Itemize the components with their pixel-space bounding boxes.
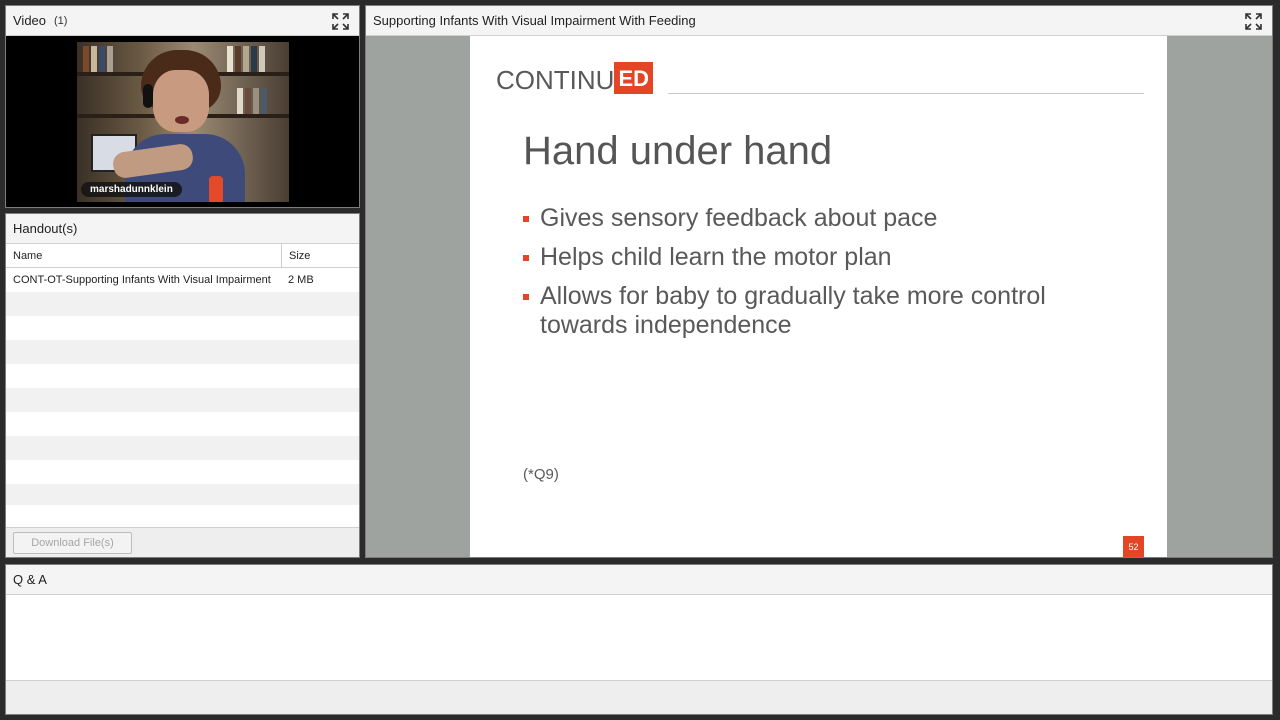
presenter-video: [77, 42, 289, 202]
bullet-square-icon: [523, 294, 529, 300]
empty-row: [6, 460, 359, 484]
handouts-list: CONT-OT-Supporting Infants With Visual I…: [6, 268, 359, 505]
bullet-square-icon: [523, 216, 529, 222]
logo-text-continu: CONTINU: [496, 65, 615, 95]
empty-row: [6, 340, 359, 364]
video-pod: Video (1) marshadunnklein: [5, 5, 360, 208]
handout-file-name: CONT-OT-Supporting Infants With Visual I…: [13, 274, 271, 286]
bullet-text: Helps child learn the motor plan: [540, 243, 892, 271]
bullet-square-icon: [523, 255, 529, 261]
empty-row: [6, 364, 359, 388]
presentation-slide: CONTINU ED Hand under hand Gives sensory…: [470, 36, 1167, 557]
qa-pod: Q & A: [5, 564, 1273, 715]
handouts-pod: Handout(s) Name Size CONT-OT-Supporting …: [5, 213, 360, 558]
handouts-pod-title: Handout(s): [13, 221, 78, 236]
download-files-button[interactable]: Download File(s): [13, 532, 132, 554]
continued-logo: CONTINU ED: [496, 58, 653, 94]
empty-row: [6, 388, 359, 412]
share-pod-header: Supporting Infants With Visual Impairmen…: [366, 6, 1272, 36]
column-header-size[interactable]: Size: [282, 244, 359, 267]
slide-bullets: Gives sensory feedback about pace Helps …: [523, 204, 1123, 350]
logo-text-ed: ED: [614, 62, 653, 94]
column-header-name[interactable]: Name: [6, 244, 282, 267]
empty-row: [6, 436, 359, 460]
fullscreen-icon[interactable]: [332, 13, 349, 30]
share-pod: Supporting Infants With Visual Impairmen…: [365, 5, 1273, 558]
handouts-footer: Download File(s): [6, 527, 359, 557]
presenter-name-tag: marshadunnklein: [81, 182, 182, 197]
slide-heading: Hand under hand: [523, 129, 833, 173]
qa-footer: [6, 680, 1272, 714]
handout-file-size: 2 MB: [288, 274, 314, 286]
bullet-text: Allows for baby to gradually take more c…: [540, 282, 1046, 339]
qa-messages-area[interactable]: [6, 595, 1272, 681]
empty-row: [6, 316, 359, 340]
fullscreen-icon[interactable]: [1245, 13, 1262, 30]
handouts-pod-header: Handout(s): [6, 214, 359, 244]
bullet-item: Gives sensory feedback about pace: [523, 204, 1123, 233]
header-rule: [668, 93, 1144, 94]
empty-row: [6, 484, 359, 505]
video-pod-title: Video: [13, 13, 47, 28]
slide-page-number: 52: [1123, 536, 1144, 557]
bullet-item: Helps child learn the motor plan: [523, 243, 1123, 272]
video-stream[interactable]: marshadunnklein: [6, 36, 359, 207]
handout-row[interactable]: CONT-OT-Supporting Infants With Visual I…: [6, 268, 359, 292]
video-pod-header: Video (1): [6, 6, 359, 36]
shared-content-area: CONTINU ED Hand under hand Gives sensory…: [366, 36, 1272, 557]
qa-pod-title: Q & A: [13, 572, 47, 587]
share-pod-title: Supporting Infants With Visual Impairmen…: [373, 13, 696, 28]
slide-note: (*Q9): [523, 466, 559, 483]
video-count: (1): [54, 14, 68, 27]
handouts-column-headers: Name Size: [6, 244, 359, 268]
qa-pod-header: Q & A: [6, 565, 1272, 595]
empty-row: [6, 412, 359, 436]
bullet-text: Gives sensory feedback about pace: [540, 204, 938, 232]
empty-row: [6, 292, 359, 316]
bullet-item: Allows for baby to gradually take more c…: [523, 282, 1123, 340]
